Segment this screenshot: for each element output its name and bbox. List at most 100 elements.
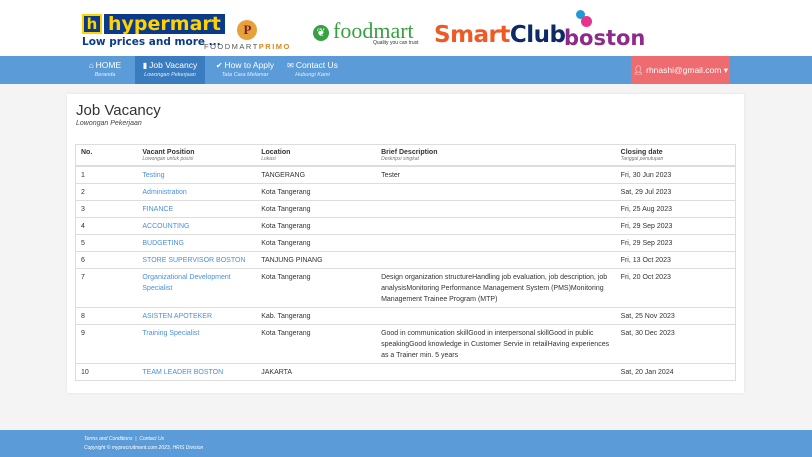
primo-name-a: FOODMART [204,42,259,51]
page-title: Job Vacancy [76,102,161,119]
row-location: Kota Tangerang [256,268,377,308]
row-description: Good in communication skillGood in inter… [376,324,616,364]
row-no: 1 [75,165,138,184]
table-row: 9 Training Specialist Kota Tangerang Goo… [75,324,736,364]
primo-name-b: PRIMO [258,42,291,51]
nav-how-to-apply-sub: Tata Cara Melamar [221,72,269,78]
row-description [376,307,616,325]
leaf-icon: ❦ [313,24,329,41]
table-header-row: No. Vacant Position Lowongan untuk posisi… [75,144,736,167]
nav-how-to-apply[interactable]: ✔ How to Apply Tata Cara Melamar [210,56,280,84]
row-location: TANGERANG [256,165,377,184]
header-description: Brief Description Deskripsi singkat [376,144,616,167]
position-link[interactable]: STORE SUPERVISOR BOSTON [142,257,245,264]
row-no: 10 [75,363,138,381]
footer-separator: | [135,436,137,442]
row-location: Kota Tangerang [256,234,377,252]
vacancy-table: No. Vacant Position Lowongan untuk posisi… [75,144,736,381]
row-description [376,234,616,252]
header-no-label: No. [81,149,93,156]
bookmark-icon: ▮ [142,61,148,70]
job-vacancy-panel: Job Vacancy Lowongan Pekerjaan No. Vacan… [67,94,744,393]
nav-home-sub: Beranda [94,72,116,78]
header-location-sub: Lokasi [261,156,276,162]
table-row: 1 Testing TANGERANG Tester Fri, 30 Jun 2… [75,165,736,184]
row-description [376,363,616,381]
nav-how-to-apply-label: How to Apply [224,60,275,70]
page-subtitle: Lowongan Pekerjaan [76,120,142,127]
nav-job-vacancy[interactable]: ▮ Job Vacancy Lowongan Pekerjaan [135,56,205,84]
row-location: Kota Tangerang [256,183,377,201]
row-closing-date: Fri, 29 Sep 2023 [615,234,736,252]
position-link[interactable]: TEAM LEADER BOSTON [142,369,223,376]
row-no: 2 [75,183,138,201]
check-icon: ✔ [215,61,223,70]
table-row: 10 TEAM LEADER BOSTON JAKARTA Sat, 20 Ja… [75,363,736,381]
row-closing-date: Fri, 25 Aug 2023 [615,200,736,218]
nav-contact-us[interactable]: ✉ Contact Us Hubungi Kami [285,56,340,84]
position-link[interactable]: FINANCE [142,206,173,213]
header-description-sub: Deskripsi singkat [381,156,419,162]
boston-bubbles-icon [574,10,594,28]
position-link[interactable]: Testing [142,172,164,179]
position-link[interactable]: Training Specialist [142,330,199,337]
nav-job-vacancy-label: Job Vacancy [149,60,198,70]
row-no: 6 [75,251,138,269]
header-location: Location Lokasi [256,144,377,167]
hypermart-h-icon: h [82,14,102,34]
terms-link[interactable]: Terms and Conditions [84,436,132,442]
row-no: 7 [75,268,138,308]
row-description [376,200,616,218]
row-description [376,183,616,201]
smartclub-name-a: Smart [434,22,510,48]
row-closing-date: Fri, 29 Sep 2023 [615,217,736,235]
row-no: 3 [75,200,138,218]
user-menu-button[interactable]: 👤︎ rhnashi@gmail.com ▾ [631,56,730,84]
foodmart-primo-logo: P FOODMARTPRIMO [204,20,291,51]
header-position-label: Vacant Position [142,149,195,156]
row-closing-date: Sat, 20 Jan 2024 [615,363,736,381]
row-location: Kota Tangerang [256,324,377,364]
header-closing: Closing date Tanggal penutupan [615,144,736,167]
nav-job-vacancy-sub: Lowongan Pekerjaan [144,72,196,78]
header-position-sub: Lowongan untuk posisi [142,156,194,162]
row-no: 9 [75,324,138,364]
position-link[interactable]: ACCOUNTING [142,223,189,230]
row-no: 8 [75,307,138,325]
header-closing-sub: Tanggal penutupan [620,156,664,162]
header-position: Vacant Position Lowongan untuk posisi [137,144,257,167]
table-row: 4 ACCOUNTING Kota Tangerang Fri, 29 Sep … [75,217,736,235]
table-row: 6 STORE SUPERVISOR BOSTON TANJUNG PINANG… [75,251,736,269]
smartclub-name-b: Club [509,22,566,48]
envelope-icon: ✉ [287,61,294,70]
position-link[interactable]: Administration [142,189,186,196]
row-closing-date: Fri, 13 Oct 2023 [615,251,736,269]
header-closing-label: Closing date [620,149,663,156]
position-link[interactable]: BUDGETING [142,240,184,247]
row-closing-date: Sat, 29 Jul 2023 [615,183,736,201]
position-link[interactable]: Organizational Development Specialist [142,274,230,292]
home-icon: ⌂ [88,61,94,70]
brand-bar: h hypermart Low prices and more ... P FO… [0,0,812,56]
primo-p-icon: P [237,20,258,40]
row-location: Kota Tangerang [256,217,377,235]
foodmart-logo: ❦ foodmart Quality you can trust [313,20,419,46]
boston-wordmark: boston [564,26,646,50]
caret-down-icon: ▾ [723,65,729,75]
footer-contact-link[interactable]: Contact Us [139,436,164,442]
row-closing-date: Sat, 30 Dec 2023 [615,324,736,364]
position-link[interactable]: ASISTEN APOTEKER [142,313,212,320]
row-description [376,217,616,235]
row-description [376,251,616,269]
row-no: 5 [75,234,138,252]
nav-contact-us-label: Contact Us [295,60,338,70]
header-location-label: Location [261,149,291,156]
user-email: rhnashi@gmail.com [646,65,722,75]
nav-home[interactable]: ⌂ HOME Beranda [80,56,130,84]
row-closing-date: Sat, 25 Nov 2023 [615,307,736,325]
row-location: Kab. Tangerang [256,307,377,325]
table-row: 3 FINANCE Kota Tangerang Fri, 25 Aug 202… [75,200,736,218]
row-closing-date: Fri, 20 Oct 2023 [615,268,736,308]
header-no: No. [75,144,138,167]
smartclub-logo: SmartClub [434,22,566,48]
